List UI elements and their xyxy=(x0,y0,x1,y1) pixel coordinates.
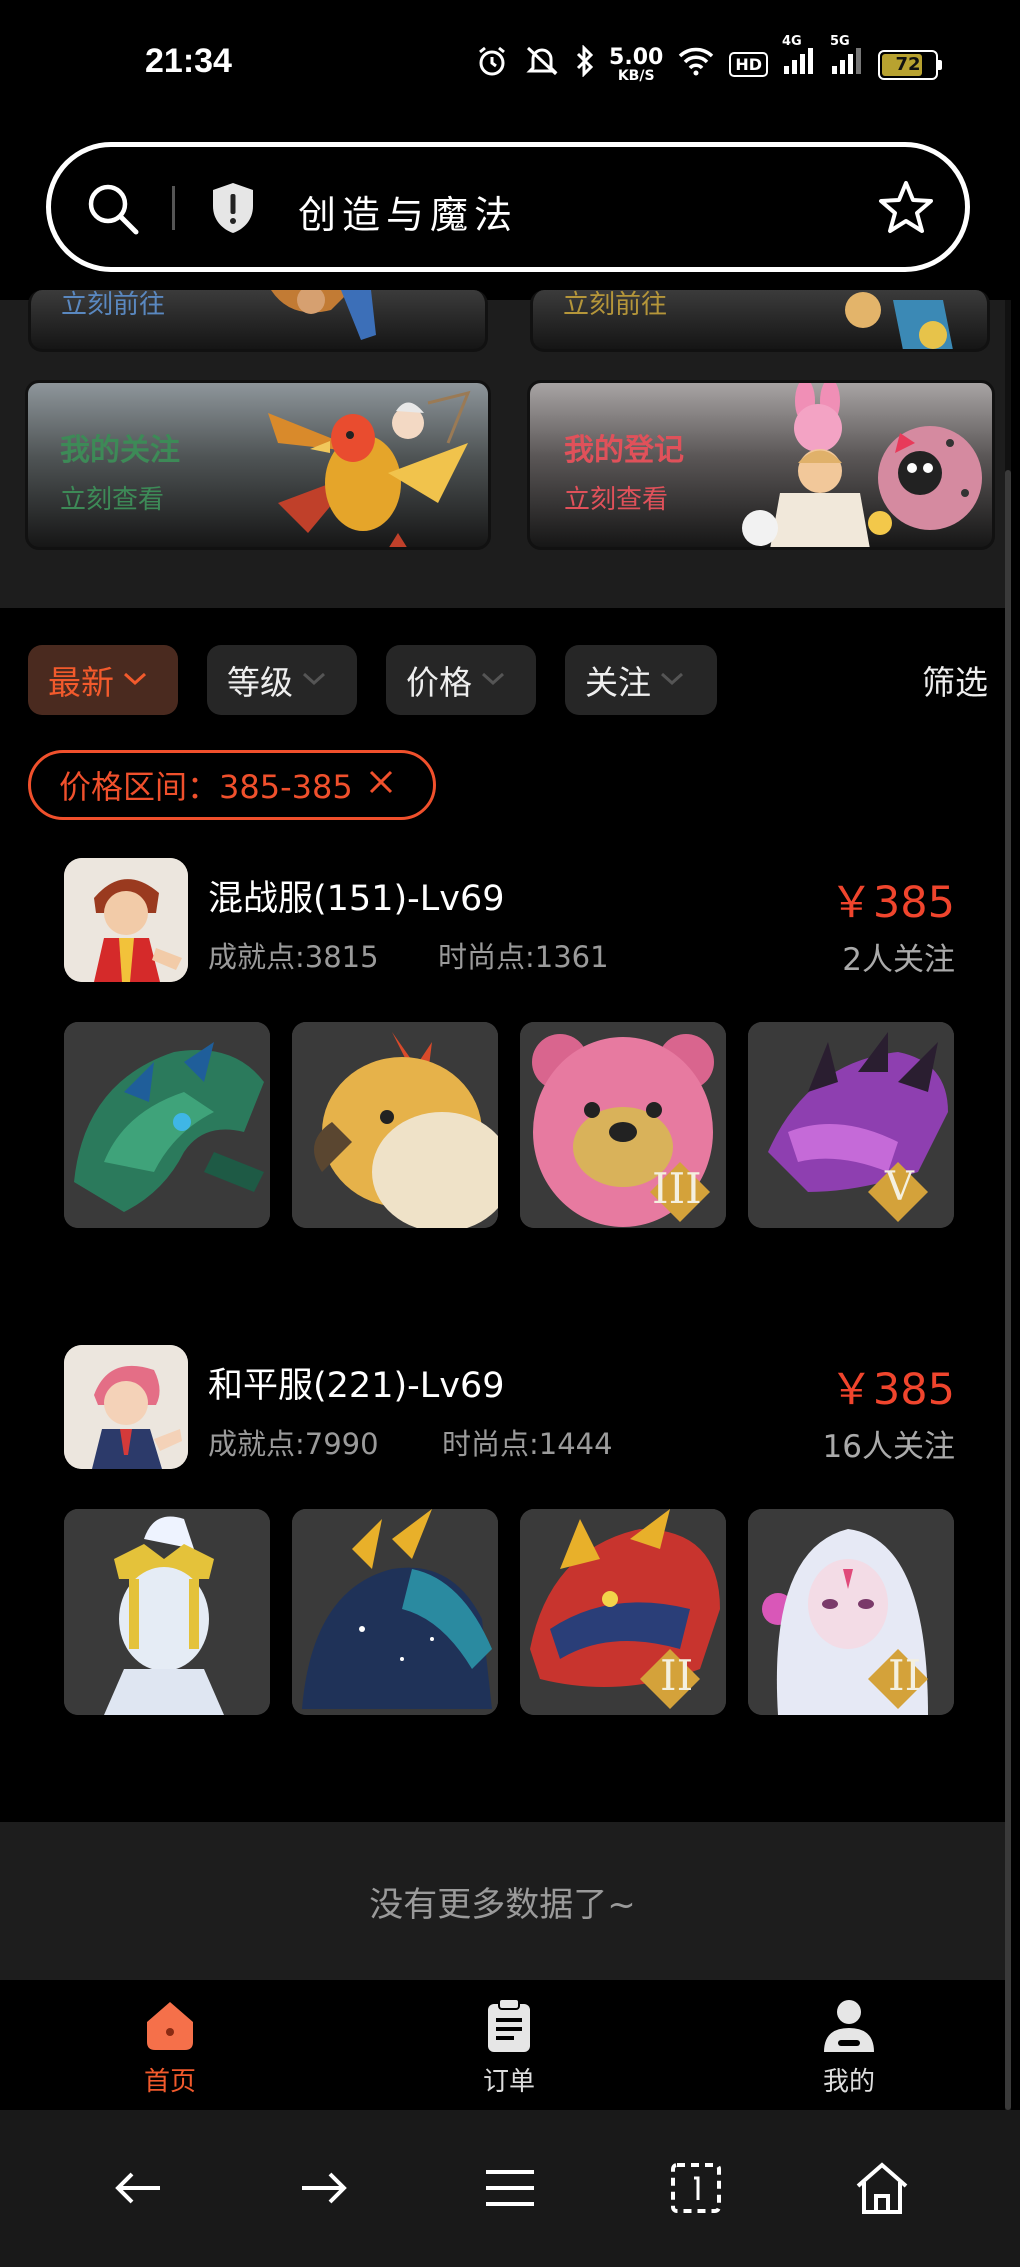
pink-bear-thumbnail: III xyxy=(520,1022,726,1228)
rank-badge: II xyxy=(888,1651,922,1700)
avatar xyxy=(64,858,188,982)
characters-illustration-icon xyxy=(740,383,992,547)
close-icon[interactable] xyxy=(367,766,395,804)
banner-card-follow[interactable]: 我的关注 立刻查看 xyxy=(25,380,491,550)
phoenix-illustration-icon xyxy=(238,383,488,547)
sort-follow-chip[interactable]: 关注 xyxy=(565,645,717,715)
back-arrow-icon[interactable] xyxy=(110,2160,166,2220)
achievement-points: 成就点:3815 xyxy=(208,940,379,974)
listing-title: 混战服(151)-Lv69 xyxy=(208,879,505,919)
chevron-down-icon xyxy=(659,668,685,692)
fashion-points: 时尚点:1444 xyxy=(442,1427,613,1461)
signal-5g-icon: 5G xyxy=(830,34,864,83)
shield-icon xyxy=(208,180,258,240)
battery-icon: 72 xyxy=(878,49,942,80)
achievement-points: 成就点:7990 xyxy=(208,1427,379,1461)
price-range-chip[interactable]: 价格区间：385-385 xyxy=(28,750,436,820)
filter-button[interactable]: 筛选 xyxy=(922,656,988,704)
purple-dragon-thumbnail: V xyxy=(748,1022,954,1228)
listing-price: ￥385 xyxy=(829,878,955,928)
bluetooth-icon xyxy=(575,44,595,84)
listing-price: ￥385 xyxy=(829,1365,955,1415)
banner-card-top-right[interactable]: 立刻前往 xyxy=(530,290,990,352)
avatar xyxy=(64,1345,188,1469)
tab-orders[interactable]: 订单 xyxy=(434,1996,584,2098)
chevron-down-icon xyxy=(480,668,506,692)
tabs-icon[interactable] xyxy=(668,2160,724,2220)
search-divider xyxy=(172,186,175,230)
net-speed: 5.00 KB/S xyxy=(609,44,664,84)
white-hair-outfit-thumbnail: II xyxy=(748,1509,954,1715)
follower-count: 2人关注 xyxy=(842,942,955,978)
menu-icon[interactable] xyxy=(482,2160,538,2220)
banner-card-top-left[interactable]: 立刻前往 xyxy=(28,290,488,352)
chevron-down-icon xyxy=(301,668,327,692)
scrollbar-thumb[interactable] xyxy=(1005,470,1011,2110)
golden-crown-outfit-thumbnail xyxy=(64,1509,270,1715)
forward-arrow-icon[interactable] xyxy=(296,2160,352,2220)
sort-price-chip[interactable]: 价格 xyxy=(386,645,536,715)
status-time: 21:34 xyxy=(145,42,232,80)
rank-badge: III xyxy=(652,1164,702,1213)
green-dragon-thumbnail xyxy=(64,1022,270,1228)
tab-profile[interactable]: 我的 xyxy=(774,1996,924,2098)
no-more-data: 没有更多数据了~ xyxy=(0,1822,1005,1980)
signal-icon: 4G xyxy=(782,34,816,83)
listing-card[interactable]: 和平服(221)-Lv69 成就点:7990 时尚点:1444 ￥385 16人… xyxy=(0,1337,1005,1727)
status-icons: 5.00 KB/S HD 4G 5G 72 xyxy=(475,34,942,85)
banner-card-register[interactable]: 我的登记 立刻查看 xyxy=(527,380,995,550)
clipboard-icon xyxy=(480,1998,538,2061)
alarm-icon xyxy=(475,44,509,85)
fashion-points: 时尚点:1361 xyxy=(438,940,609,974)
sort-level-chip[interactable]: 等级 xyxy=(207,645,357,715)
hd-badge: HD xyxy=(729,52,768,77)
search-icon[interactable] xyxy=(84,180,142,242)
sort-latest-chip[interactable]: 最新 xyxy=(28,645,178,715)
listing-title: 和平服(221)-Lv69 xyxy=(208,1366,505,1406)
home-icon xyxy=(141,2002,199,2061)
user-icon xyxy=(820,2000,878,2061)
search-query[interactable]: 创造与魔法 xyxy=(298,184,518,239)
rank-badge: V xyxy=(885,1164,914,1210)
golden-dragon-thumbnail: II xyxy=(520,1509,726,1715)
starry-horse-thumbnail xyxy=(292,1509,498,1715)
follower-count: 16人关注 xyxy=(822,1429,955,1465)
wifi-icon xyxy=(677,46,715,83)
mute-icon xyxy=(523,44,561,85)
listing-card[interactable]: 混战服(151)-Lv69 成就点:3815 时尚点:1361 ￥385 2人关… xyxy=(0,850,1005,1240)
rank-badge: II xyxy=(660,1651,694,1700)
phoenix-thumbnail xyxy=(292,1022,498,1228)
home-outline-icon[interactable] xyxy=(854,2160,910,2220)
tab-home[interactable]: 首页 xyxy=(95,1996,245,2098)
star-icon[interactable] xyxy=(876,178,936,242)
chevron-down-icon xyxy=(122,668,148,692)
